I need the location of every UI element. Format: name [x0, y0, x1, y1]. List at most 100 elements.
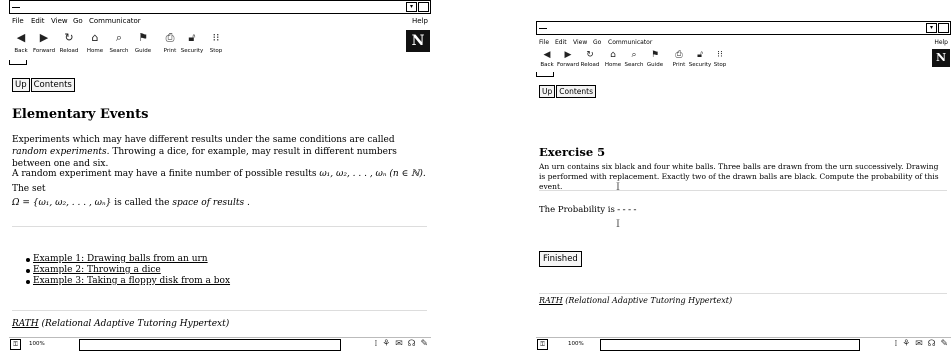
link-example-1[interactable]: Example 1: Drawing balls from an urn: [33, 254, 208, 264]
location-bar-handle[interactable]: [9, 60, 27, 65]
toolbar-security-button[interactable]: 🔓︎ Security: [688, 48, 712, 78]
minimize-icon[interactable]: ▾: [926, 23, 937, 33]
link-example-2[interactable]: Example 2: Throwing a dice: [33, 265, 161, 275]
security-status-icon[interactable]: ⚿: [10, 339, 21, 350]
guide-icon: ⚑: [650, 50, 660, 60]
minimize-icon[interactable]: ▾: [406, 2, 417, 12]
toolbar-search-button[interactable]: ⌕ Search: [107, 28, 131, 58]
list-item: Example 1: Drawing balls from an urn: [12, 254, 427, 265]
toolbar-label: Security: [688, 62, 712, 68]
component-bar-icons[interactable]: ⁞ ⚘ ✉ ☊ ✎: [375, 339, 429, 350]
component-bar-icons[interactable]: ⁞ ⚘ ✉ ☊ ✎: [895, 339, 949, 350]
reload-icon: ↻: [586, 50, 594, 60]
toolbar-forward-button[interactable]: ▶ Forward: [556, 48, 580, 78]
stop-icon: ⁝⁝: [717, 50, 723, 60]
toolbar-label: Reload: [580, 62, 600, 68]
window-menu-icon[interactable]: [12, 7, 20, 8]
menu-file[interactable]: File: [539, 37, 549, 48]
toolbar-label: Search: [109, 48, 129, 54]
footer-text: (Relational Adaptive Tutoring Hypertext): [38, 319, 230, 329]
up-button[interactable]: Up: [12, 78, 30, 92]
rath-link[interactable]: RATH: [539, 296, 563, 305]
navigation-toolbar: ◀ Back ▶ Forward ↻ Reload ⌂ Home ⌕ Search ⚑ Gu…: [9, 28, 401, 60]
text-cursor-icon: I: [616, 182, 620, 193]
toolbar-stop-button[interactable]: ⁝⁝ Stop: [712, 48, 728, 78]
menu-file[interactable]: File: [12, 16, 24, 27]
back-arrow-icon: ◀: [543, 50, 551, 60]
location-bar-handle[interactable]: [536, 72, 554, 77]
probability-input[interactable]: ----: [616, 204, 638, 216]
paragraph-random-experiments: Experiments which may have different res…: [12, 134, 427, 170]
toolbar-reload-button[interactable]: ↻ Reload: [58, 28, 80, 58]
toolbar-label: Reload: [59, 48, 79, 54]
toolbar-print-button[interactable]: ⎙ Print: [671, 48, 687, 78]
footer-rath: RATH (Relational Adaptive Tutoring Hyper…: [539, 295, 947, 307]
toolbar-back-button[interactable]: ◀ Back: [11, 28, 31, 58]
toolbar-home-button[interactable]: ⌂ Home: [604, 48, 622, 78]
page-title: Elementary Events: [12, 107, 149, 122]
toolbar-label: Stop: [713, 62, 727, 68]
divider: [539, 190, 947, 191]
menu-bar: File Edit View Go Communicator Help: [536, 37, 951, 48]
menu-edit[interactable]: Edit: [555, 37, 567, 48]
security-lock-icon: 🔓︎: [697, 50, 703, 60]
toolbar-security-button[interactable]: 🔓︎ Security: [179, 28, 205, 58]
menu-communicator[interactable]: Communicator: [608, 37, 652, 48]
menu-edit[interactable]: Edit: [31, 16, 45, 27]
guide-icon: ⚑: [138, 31, 148, 44]
title-bar: ▾: [536, 21, 951, 35]
text: Experiments which may have different res…: [12, 135, 395, 145]
paragraph-space-of-results: A random experiment may have a finite nu…: [12, 167, 427, 211]
toolbar-forward-button[interactable]: ▶ Forward: [31, 28, 57, 58]
security-status-icon[interactable]: ⚿: [537, 339, 548, 350]
maximize-icon[interactable]: [418, 2, 429, 12]
forward-arrow-icon: ▶: [39, 31, 49, 44]
maximize-icon[interactable]: [938, 23, 949, 33]
menu-help[interactable]: Help: [412, 16, 428, 27]
toolbar-label: Forward: [556, 62, 580, 68]
browser-window-exercise-5: ▾ File Edit View Go Communicator Help ◀ B…: [536, 21, 951, 351]
progress-indicator: 100%: [29, 341, 45, 347]
contents-button[interactable]: Contents: [556, 85, 597, 98]
toolbar-guide-button[interactable]: ⚑ Guide: [646, 48, 664, 78]
home-icon: ⌂: [91, 31, 99, 44]
netscape-logo[interactable]: N: [406, 30, 430, 52]
browser-window-elementary-events: ▾ File Edit View Go Communicator Help ◀ B…: [9, 0, 431, 351]
toolbar-search-button[interactable]: ⌕ Search: [623, 48, 645, 78]
menu-help[interactable]: Help: [934, 37, 948, 48]
menu-go[interactable]: Go: [73, 16, 83, 27]
toolbar-guide-button[interactable]: ⚑ Guide: [133, 28, 153, 58]
netscape-logo[interactable]: N: [932, 49, 950, 67]
finished-button[interactable]: Finished: [539, 251, 582, 267]
window-menu-icon[interactable]: [539, 28, 547, 29]
contents-button[interactable]: Contents: [30, 78, 75, 92]
menu-go[interactable]: Go: [593, 37, 601, 48]
print-icon: ⎙: [675, 50, 683, 60]
page-nav-buttons: Up Contents: [12, 72, 76, 92]
text: .: [244, 198, 250, 208]
rath-link[interactable]: RATH: [12, 319, 39, 329]
menu-view[interactable]: View: [573, 37, 587, 48]
stop-icon: ⁝⁝: [212, 31, 220, 44]
navigation-toolbar: ◀ Back ▶ Forward ↻ Reload ⌂ Home ⌕ Search ⚑ Gu…: [536, 48, 921, 80]
toolbar-label: Back: [540, 62, 554, 68]
link-example-3[interactable]: Example 3: Taking a floppy disk from a b…: [33, 276, 230, 286]
emphasis-space-of-results: space of results: [172, 198, 245, 208]
search-icon: ⌕: [115, 31, 123, 44]
toolbar-print-button[interactable]: ⎙ Print: [161, 28, 179, 58]
list-item: Example 3: Taking a floppy disk from a b…: [12, 276, 427, 287]
toolbar-home-button[interactable]: ⌂ Home: [85, 28, 105, 58]
toolbar-reload-button[interactable]: ↻ Reload: [580, 48, 600, 78]
menu-view[interactable]: View: [51, 16, 68, 27]
toolbar-label: Stop: [209, 48, 223, 54]
toolbar-label: Print: [672, 62, 686, 68]
up-button[interactable]: Up: [539, 85, 556, 98]
emphasis-random-experiments: random experiments: [12, 147, 107, 157]
home-icon: ⌂: [610, 50, 616, 60]
menu-communicator[interactable]: Communicator: [89, 16, 141, 27]
toolbar-stop-button[interactable]: ⁝⁝ Stop: [207, 28, 225, 58]
status-bar: ⚿ 100% ⁞ ⚘ ✉ ☊ ✎: [9, 337, 431, 351]
toolbar-label: Home: [604, 62, 622, 68]
search-icon: ⌕: [631, 50, 637, 60]
probability-label: The Probability is: [539, 205, 615, 215]
